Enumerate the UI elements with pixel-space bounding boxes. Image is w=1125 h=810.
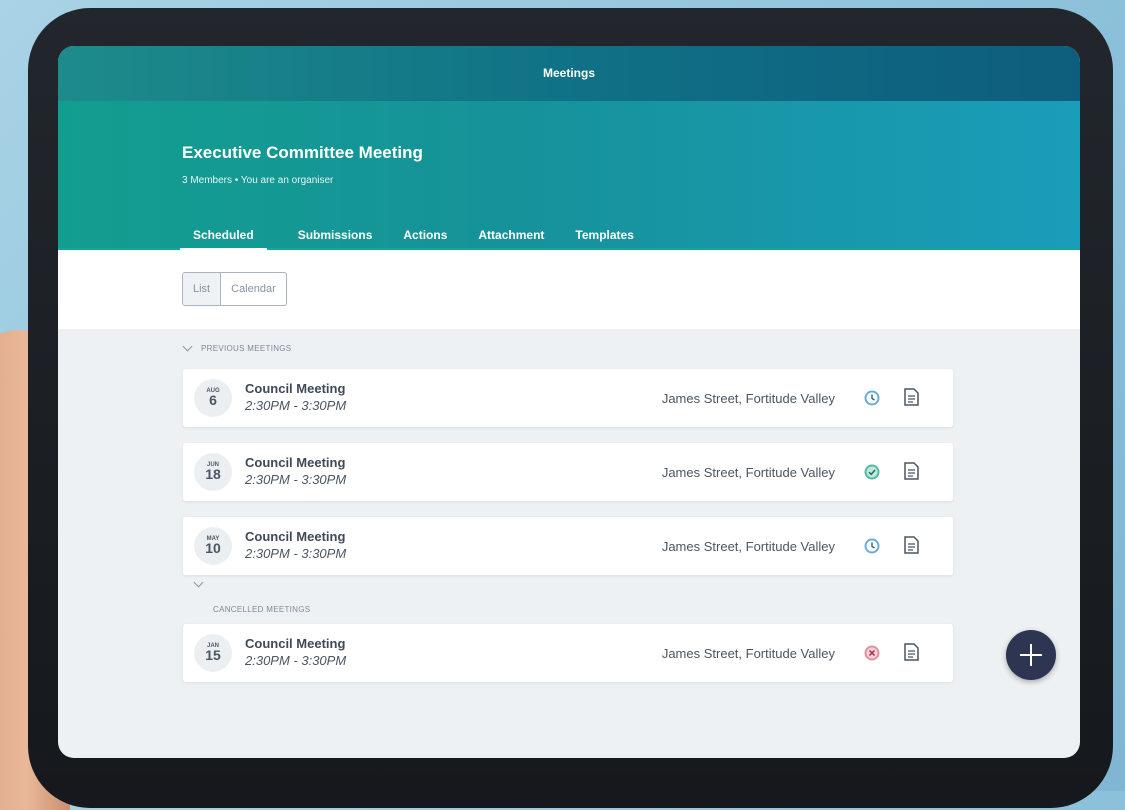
- tab-attachment[interactable]: Attachment: [478, 228, 544, 251]
- document-icon[interactable]: [904, 643, 919, 661]
- cancel-icon: [864, 645, 880, 661]
- view-toolbar: List Calendar: [58, 250, 1080, 329]
- clock-icon: [864, 538, 880, 554]
- app-title: Meetings: [542, 66, 595, 80]
- chevron-down-icon: [182, 341, 193, 352]
- meeting-card[interactable]: AUG 6 Council Meeting 2:30PM - 3:30PM Ja…: [183, 369, 953, 427]
- date-badge: AUG 6: [194, 379, 232, 417]
- calendar-view-button[interactable]: Calendar: [221, 273, 286, 305]
- meeting-title: Council Meeting: [245, 636, 346, 651]
- meeting-location: James Street, Fortitude Valley: [661, 646, 835, 661]
- date-day: 10: [205, 540, 221, 556]
- app-screen: Meetings Executive Committee Meeting 3 M…: [58, 46, 1080, 758]
- view-toggle: List Calendar: [182, 272, 287, 306]
- clock-icon: [864, 390, 880, 406]
- meeting-time: 2:30PM - 3:30PM: [245, 546, 347, 561]
- previous-meetings-header[interactable]: PREVIOUS MEETINGS: [182, 341, 292, 353]
- meeting-card[interactable]: MAY 10 Council Meeting 2:30PM - 3:30PM J…: [183, 517, 953, 575]
- previous-meetings-label: PREVIOUS MEETINGS: [201, 344, 292, 353]
- top-bar: Meetings: [58, 46, 1080, 101]
- group-title: Executive Committee Meeting: [182, 143, 423, 162]
- date-badge: JAN 15: [194, 634, 232, 672]
- chevron-down-icon: [193, 577, 204, 588]
- meeting-time: 2:30PM - 3:30PM: [245, 398, 347, 413]
- meeting-location: James Street, Fortitude Valley: [661, 539, 835, 554]
- date-day: 18: [205, 466, 221, 482]
- date-badge: JUN 18: [194, 453, 232, 491]
- meeting-location: James Street, Fortitude Valley: [661, 465, 835, 480]
- add-meeting-button[interactable]: [1006, 630, 1056, 680]
- meeting-title: Council Meeting: [245, 455, 346, 470]
- meeting-time: 2:30PM - 3:30PM: [245, 653, 347, 668]
- cancelled-meetings-header: CANCELLED MEETINGS: [213, 605, 310, 614]
- tab-bar: Scheduled Submissions Actions Attachment…: [180, 228, 665, 251]
- check-icon: [864, 464, 880, 480]
- meeting-card[interactable]: JUN 18 Council Meeting 2:30PM - 3:30PM J…: [183, 443, 953, 501]
- cancelled-toggle[interactable]: [193, 577, 212, 588]
- group-header: Executive Committee Meeting 3 Members • …: [58, 101, 1080, 251]
- meeting-title: Council Meeting: [245, 381, 346, 396]
- meeting-location: James Street, Fortitude Valley: [661, 391, 835, 406]
- tab-scheduled[interactable]: Scheduled: [180, 228, 267, 251]
- document-icon[interactable]: [904, 536, 919, 554]
- tab-actions[interactable]: Actions: [403, 228, 447, 251]
- tab-templates[interactable]: Templates: [575, 228, 633, 251]
- document-icon[interactable]: [904, 388, 919, 406]
- meeting-time: 2:30PM - 3:30PM: [245, 472, 347, 487]
- cancelled-meetings-label: CANCELLED MEETINGS: [213, 605, 311, 614]
- document-icon[interactable]: [904, 462, 919, 480]
- meeting-card-cancelled[interactable]: JAN 15 Council Meeting 2:30PM - 3:30PM J…: [183, 624, 953, 682]
- list-view-button[interactable]: List: [183, 273, 222, 305]
- date-badge: MAY 10: [194, 527, 232, 565]
- meeting-title: Council Meeting: [245, 529, 346, 544]
- date-day: 15: [205, 647, 221, 663]
- group-subtitle: 3 Members • You are an organiser: [182, 175, 334, 186]
- tab-submissions[interactable]: Submissions: [298, 228, 373, 251]
- date-day: 6: [209, 392, 217, 408]
